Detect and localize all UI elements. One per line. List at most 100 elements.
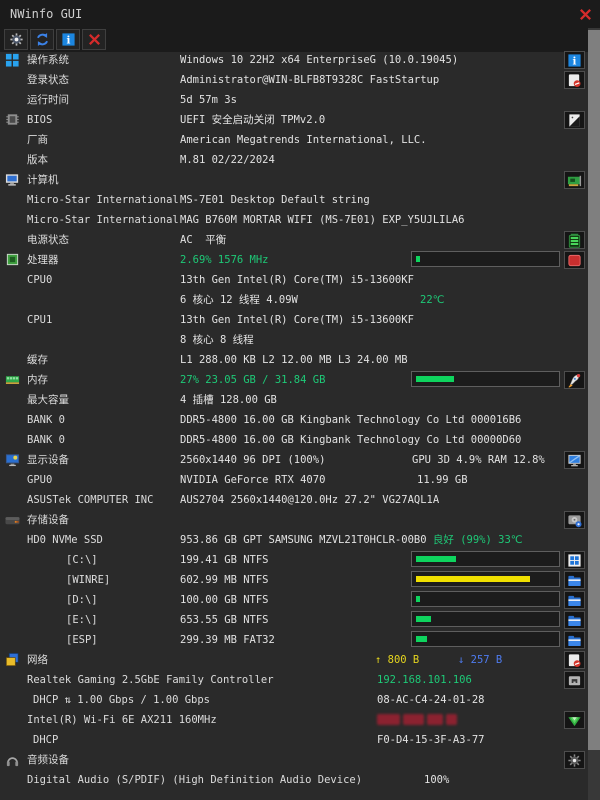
info-row[interactable]: 登录状态Administrator@WIN-BLFB8T9328C FastSt… bbox=[0, 70, 588, 90]
info-list: 操作系统Windows 10 22H2 x64 EnterpriseG (10.… bbox=[0, 50, 588, 790]
info-row[interactable]: 电源状态AC 平衡 bbox=[0, 230, 588, 250]
folder-button[interactable] bbox=[564, 571, 585, 589]
ethernet-button[interactable] bbox=[564, 671, 585, 689]
row-value: 2.69% 1576 MHz bbox=[180, 250, 269, 270]
scrollbar-thumb[interactable] bbox=[588, 30, 600, 750]
disk-search-button[interactable] bbox=[564, 511, 585, 529]
usage-bar bbox=[411, 631, 560, 647]
wifi-button[interactable] bbox=[564, 711, 585, 729]
info-row[interactable]: 8 核心 8 线程 bbox=[0, 330, 588, 350]
info-row[interactable]: 计算机 bbox=[0, 170, 588, 190]
info-row[interactable]: 处理器2.69% 1576 MHz bbox=[0, 250, 588, 270]
row-label: [C:\] bbox=[66, 550, 178, 570]
info-row[interactable]: 内存27% 23.05 GB / 31.84 GB bbox=[0, 370, 588, 390]
row-label: 内存 bbox=[27, 370, 178, 390]
usage-bar bbox=[411, 571, 560, 587]
pci-card-button[interactable] bbox=[564, 171, 585, 189]
info-row[interactable]: 网络↑ 800 B↓ 257 B bbox=[0, 650, 588, 670]
info-row[interactable]: 厂商American Megatrends International, LLC… bbox=[0, 130, 588, 150]
usage-bar-fill bbox=[416, 636, 427, 642]
row-value: 27% 23.05 GB / 31.84 GB bbox=[180, 370, 325, 390]
gear-button[interactable] bbox=[564, 751, 585, 769]
row-label: DHCP bbox=[33, 730, 58, 750]
row-value: 6 核心 12 线程 4.09W bbox=[180, 290, 298, 310]
info-row[interactable]: 操作系统Windows 10 22H2 x64 EnterpriseG (10.… bbox=[0, 50, 588, 70]
exit-button[interactable] bbox=[82, 29, 106, 50]
row-value-secondary: 08-AC-C4-24-01-28 bbox=[377, 690, 484, 710]
folder-icon bbox=[567, 573, 582, 588]
monitor-button[interactable] bbox=[564, 451, 585, 469]
about-button[interactable]: i bbox=[56, 29, 80, 50]
row-label: 操作系统 bbox=[27, 50, 178, 70]
info-row[interactable]: Micro-Star International CMAG B760M MORT… bbox=[0, 210, 588, 230]
row-value: NVIDIA GeForce RTX 4070 bbox=[180, 470, 325, 490]
info-row[interactable]: HD0 NVMe SSD953.86 GB GPT SAMSUNG MZVL21… bbox=[0, 530, 588, 550]
info-icon: i bbox=[567, 53, 582, 68]
row-label: 最大容量 bbox=[27, 390, 178, 410]
info-row[interactable]: [C:\]199.41 GB NTFS bbox=[0, 550, 588, 570]
row-value: DDR5-4800 16.00 GB Kingbank Technology C… bbox=[180, 430, 521, 450]
close-icon bbox=[87, 32, 102, 47]
info-row[interactable]: ASUSTek COMPUTER INCAUS2704 2560x1440@12… bbox=[0, 490, 588, 510]
close-button[interactable] bbox=[575, 5, 595, 23]
row-label: BANK 0 bbox=[27, 430, 178, 450]
settings-button[interactable] bbox=[4, 29, 28, 50]
row-label: 运行时间 bbox=[27, 90, 178, 110]
info-row[interactable]: BANK 0DDR5-4800 16.00 GB Kingbank Techno… bbox=[0, 410, 588, 430]
folder-button[interactable] bbox=[564, 631, 585, 649]
info-row[interactable]: BANK 0DDR5-4800 16.00 GB Kingbank Techno… bbox=[0, 430, 588, 450]
info-row[interactable]: Realtek Gaming 2.5GbE Family Controller1… bbox=[0, 670, 588, 690]
windows-volume-button[interactable] bbox=[564, 551, 585, 569]
refresh-button[interactable] bbox=[30, 29, 54, 50]
info-row[interactable]: Intel(R) Wi-Fi 6E AX211 160MHz bbox=[0, 710, 588, 730]
row-label: 缓存 bbox=[27, 350, 178, 370]
info-row[interactable]: 存储设备 bbox=[0, 510, 588, 530]
info-row[interactable]: [WINRE]602.99 MB NTFS bbox=[0, 570, 588, 590]
folder-button[interactable] bbox=[564, 611, 585, 629]
computer-icon bbox=[5, 172, 21, 188]
refresh-icon bbox=[35, 32, 50, 47]
row-value: M.81 02/22/2024 bbox=[180, 150, 275, 170]
info-row[interactable]: Digital Audio (S/PDIF) (High Definition … bbox=[0, 770, 588, 790]
disable-button[interactable] bbox=[564, 651, 585, 669]
info-row[interactable]: 最大容量4 插槽 128.00 GB bbox=[0, 390, 588, 410]
logout-button[interactable] bbox=[564, 71, 585, 89]
row-value-secondary: 192.168.101.106 bbox=[377, 670, 472, 690]
firmware-button[interactable] bbox=[564, 111, 585, 129]
row-value: Windows 10 22H2 x64 EnterpriseG (10.0.19… bbox=[180, 50, 458, 70]
rocket-button[interactable] bbox=[564, 371, 585, 389]
info-row[interactable]: BIOSUEFI 安全启动关闭 TPMv2.0 bbox=[0, 110, 588, 130]
info-row[interactable]: DHCPF0-D4-15-3F-A3-77 bbox=[0, 730, 588, 750]
info-row[interactable]: CPU013th Gen Intel(R) Core(TM) i5-13600K… bbox=[0, 270, 588, 290]
info-button[interactable]: i bbox=[564, 51, 585, 69]
info-row[interactable]: 音频设备 bbox=[0, 750, 588, 770]
info-row[interactable]: Micro-Star International CMS-7E01 Deskto… bbox=[0, 190, 588, 210]
battery-button[interactable] bbox=[564, 231, 585, 249]
info-row[interactable]: CPU113th Gen Intel(R) Core(TM) i5-13600K… bbox=[0, 310, 588, 330]
windows-volume-icon bbox=[567, 553, 582, 568]
row-label: 计算机 bbox=[27, 170, 59, 190]
row-value: 4 插槽 128.00 GB bbox=[180, 390, 277, 410]
row-value: 953.86 GB GPT SAMSUNG MZVL21T0HCLR-00B0 … bbox=[180, 530, 523, 550]
row-value-secondary: 22℃ bbox=[420, 290, 444, 310]
info-row[interactable]: 6 核心 12 线程 4.09W 22℃ bbox=[0, 290, 588, 310]
info-row[interactable]: [D:\]100.00 GB NTFS bbox=[0, 590, 588, 610]
disk-search-icon bbox=[567, 513, 582, 528]
row-label: BIOS bbox=[27, 110, 178, 130]
info-row[interactable]: 显示设备2560x1440 96 DPI (100%)GPU 3D 4.9% R… bbox=[0, 450, 588, 470]
row-label: GPU0 bbox=[27, 470, 178, 490]
usage-bar-fill bbox=[416, 376, 454, 382]
usage-bar bbox=[411, 591, 560, 607]
rocket-icon bbox=[567, 373, 582, 388]
info-row[interactable]: [ESP]299.39 MB FAT32 bbox=[0, 630, 588, 650]
scrollbar[interactable] bbox=[588, 28, 600, 800]
info-row[interactable]: 缓存L1 288.00 KB L2 12.00 MB L3 24.00 MB bbox=[0, 350, 588, 370]
info-row[interactable]: GPU0NVIDIA GeForce RTX 407011.99 GB bbox=[0, 470, 588, 490]
info-row[interactable]: 版本M.81 02/22/2024 bbox=[0, 150, 588, 170]
ram-icon bbox=[5, 372, 21, 388]
folder-button[interactable] bbox=[564, 591, 585, 609]
temp-led-button[interactable] bbox=[564, 251, 585, 269]
info-row[interactable]: DHCP ⇅ 1.00 Gbps / 1.00 Gbps08-AC-C4-24-… bbox=[0, 690, 588, 710]
info-row[interactable]: [E:\]653.55 GB NTFS bbox=[0, 610, 588, 630]
info-row[interactable]: 运行时间5d 57m 3s bbox=[0, 90, 588, 110]
